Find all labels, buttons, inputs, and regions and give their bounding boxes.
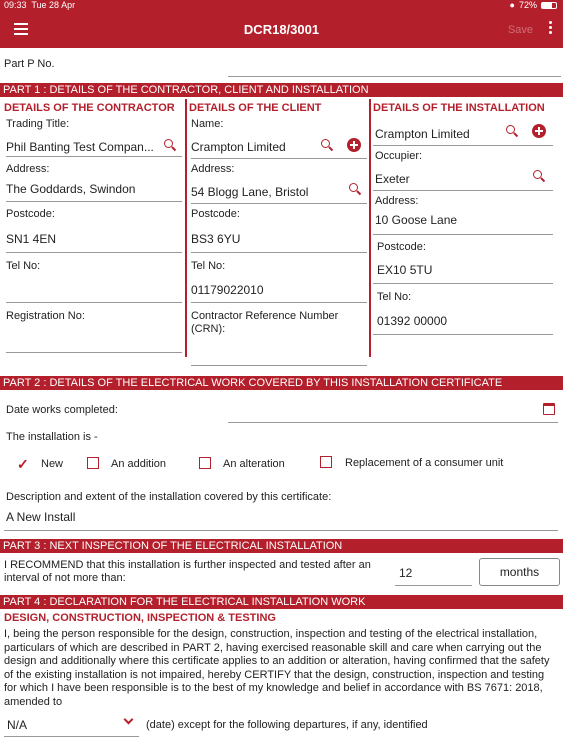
client-name-label: Name: [191,118,224,130]
installation-postcode-field[interactable]: EX10 5TU [377,263,432,277]
contractor-address-underline [6,201,182,202]
client-address-label: Address: [191,163,235,175]
client-address-underline [191,203,367,204]
interval-underline [395,585,472,586]
crn-underline [191,365,367,366]
alteration-checkbox[interactable] [199,457,211,469]
contractor-address-field[interactable]: The Goddards, Swindon [6,182,135,196]
client-postcode-underline [191,252,367,253]
date-completed-underline [228,422,558,423]
client-tel-field[interactable]: 01179022010 [191,283,264,297]
more-options-icon[interactable] [549,21,553,36]
installation-tel-underline [373,334,553,335]
client-tel-label: Tel No: [191,260,226,272]
client-address-field[interactable]: 54 Blogg Lane, Bristol [191,185,308,199]
contractor-postcode-label: Postcode: [6,208,55,220]
status-bar: 09:33 Tue 28 Apr ● 72% [0,0,563,12]
installation-address-field[interactable]: 10 Goose Lane [375,213,457,227]
replacement-checkbox[interactable] [320,456,332,468]
contractor-postcode-field[interactable]: SN1 4EN [6,232,56,246]
part3-heading: PART 3 : NEXT INSPECTION OF THE ELECTRIC… [0,539,563,553]
trading-title-field[interactable]: Phil Banting Test Compan... [6,140,154,154]
installation-name-field[interactable]: Crampton Limited [375,127,470,141]
registration-underline [6,352,182,353]
client-name-underline [191,158,367,159]
installation-heading: DETAILS OF THE INSTALLATION [373,102,545,114]
installation-address-label: Address: [375,195,419,207]
column-divider-1 [185,99,187,357]
wifi-icon: ● [509,0,515,10]
interval-field[interactable]: 12 [399,566,412,580]
months-button[interactable]: months [479,558,560,586]
trading-title-label: Trading Title: [6,118,70,130]
date-completed-label: Date works completed: [6,404,118,416]
installation-name-underline [373,145,553,146]
part4-heading: PART 4 : DECLARATION FOR THE ELECTRICAL … [0,595,563,609]
registration-label: Registration No: [6,310,85,322]
client-postcode-label: Postcode: [191,208,240,220]
search-icon[interactable] [533,170,545,182]
part4-subheading: DESIGN, CONSTRUCTION, INSPECTION & TESTI… [4,612,276,624]
column-divider-2 [369,99,371,357]
declaration-text: I, being the person responsible for the … [4,628,550,708]
departures-text: (date) except for the following departur… [146,719,428,731]
new-checkbox[interactable]: ✓ [17,457,29,471]
contractor-address-label: Address: [6,163,50,175]
installation-postcode-label: Postcode: [377,241,426,253]
contractor-tel-label: Tel No: [6,260,41,272]
replacement-option-label: Replacement of a consumer unit [345,457,504,469]
occupier-underline [373,190,553,191]
search-icon[interactable] [164,139,176,151]
installation-tel-field[interactable]: 01392 00000 [377,314,447,328]
contractor-heading: DETAILS OF THE CONTRACTOR [4,102,175,114]
amended-underline [4,736,139,737]
part-p-underline [228,76,561,77]
status-time: 09:33 [4,0,27,10]
client-tel-underline [191,302,367,303]
chevron-down-icon[interactable] [123,714,134,725]
installation-postcode-underline [373,283,553,284]
installation-tel-label: Tel No: [377,291,412,303]
new-option-label: New [41,458,64,470]
client-heading: DETAILS OF THE CLIENT [189,102,322,114]
search-icon[interactable] [506,125,518,137]
trading-title-underline [6,156,182,157]
part-p-label: Part P No. [4,58,55,70]
occupier-field[interactable]: Exeter [375,172,410,186]
description-underline [4,530,558,531]
addition-option-label: An addition [111,458,167,470]
save-button[interactable]: Save [508,24,533,36]
amended-select[interactable]: N/A [7,718,27,732]
app-bar: DCR18/3001 Save [0,12,563,48]
occupier-label: Occupier: [375,150,423,162]
part2-heading: PART 2 : DETAILS OF THE ELECTRICAL WORK … [0,376,563,390]
contractor-postcode-underline [6,252,182,253]
battery-percent: 72% [518,0,537,10]
installation-address-underline [373,234,553,235]
alteration-option-label: An alteration [223,458,285,470]
status-date: Tue 28 Apr [31,0,76,10]
calendar-icon[interactable] [543,403,555,415]
description-label: Description and extent of the installati… [6,491,332,503]
search-icon[interactable] [349,183,361,195]
recommend-text: I RECOMMEND that this installation is fu… [4,559,371,584]
contractor-tel-underline [6,302,182,303]
installation-is-label: The installation is - [6,431,98,443]
part1-heading: PART 1 : DETAILS OF THE CONTRACTOR, CLIE… [0,83,563,97]
description-field[interactable]: A New Install [6,510,75,524]
add-client-icon[interactable] [347,138,361,152]
client-postcode-field[interactable]: BS3 6YU [191,232,240,246]
page-title: DCR18/3001 [243,22,320,37]
search-icon[interactable] [321,139,333,151]
crn-label: Contractor Reference Number (CRN): [191,310,339,335]
addition-checkbox[interactable] [87,457,99,469]
battery-icon [541,1,557,9]
add-installation-icon[interactable] [532,124,546,138]
client-name-field[interactable]: Crampton Limited [191,140,286,154]
